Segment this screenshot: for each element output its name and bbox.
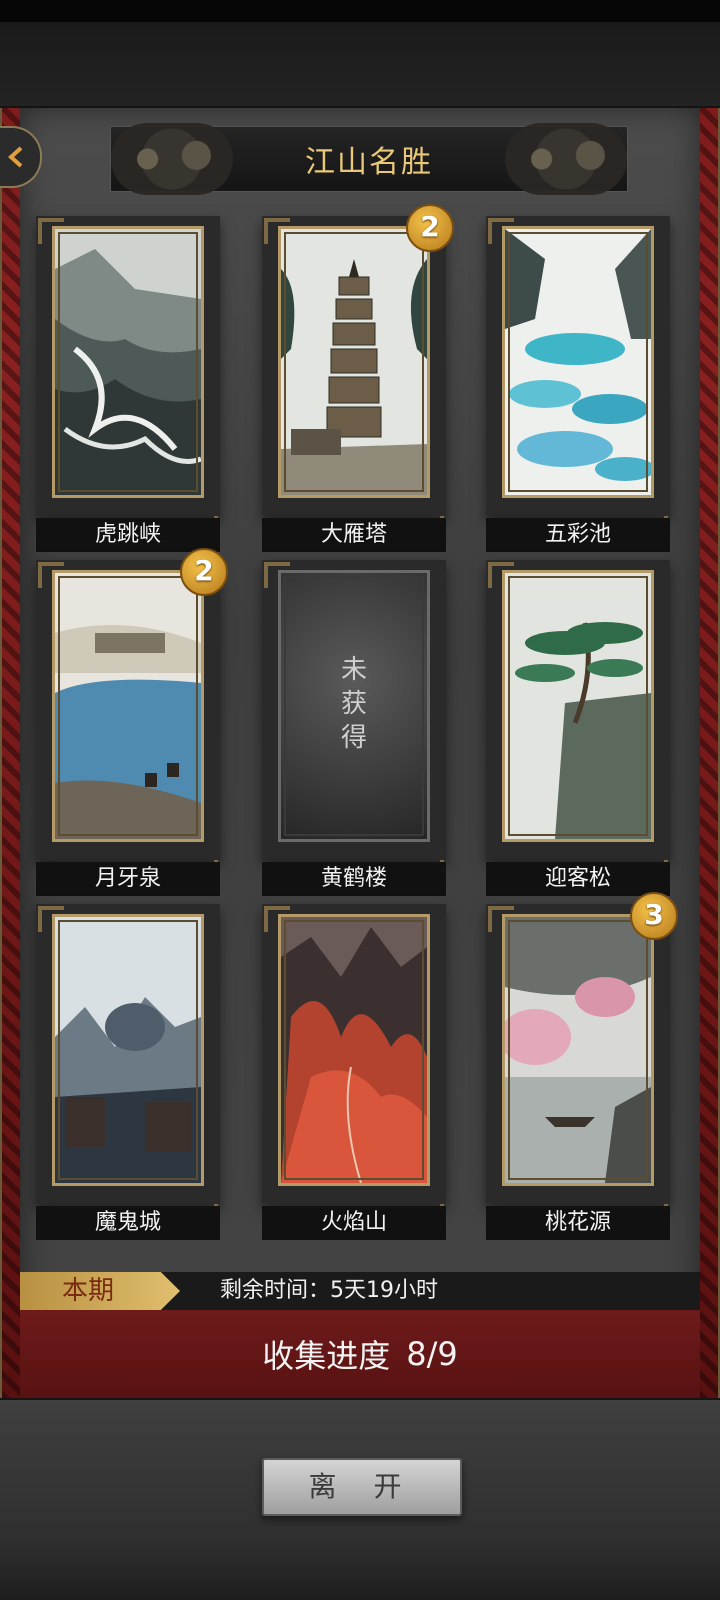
right-ornament bbox=[698, 108, 720, 1398]
top-band bbox=[0, 22, 720, 106]
card-label: 月牙泉 bbox=[36, 862, 220, 896]
card-art bbox=[52, 570, 204, 842]
back-arrow-icon bbox=[8, 146, 23, 168]
card-crescent-spring[interactable]: 2 月牙泉 bbox=[36, 548, 228, 896]
card-art bbox=[502, 226, 654, 498]
card-label: 迎客松 bbox=[486, 862, 670, 896]
card-label: 五彩池 bbox=[486, 518, 670, 552]
card-art-locked: 未 获 得 bbox=[278, 570, 430, 842]
card-five-color-pool[interactable]: 五彩池 bbox=[486, 216, 670, 552]
leave-button[interactable]: 离 开 bbox=[262, 1458, 462, 1516]
card-devil-city[interactable]: 魔鬼城 bbox=[36, 904, 220, 1240]
card-art bbox=[52, 914, 204, 1186]
card-label: 魔鬼城 bbox=[36, 1206, 220, 1240]
card-label: 火焰山 bbox=[262, 1206, 446, 1240]
remaining-time: 剩余时间：5天19小时 bbox=[220, 1278, 438, 1303]
progress-value: 8/9 bbox=[406, 1335, 458, 1373]
cloud-ornament-right bbox=[505, 123, 627, 195]
title-bar: 江山名胜 bbox=[110, 123, 628, 195]
status-bar bbox=[0, 0, 720, 22]
card-label: 桃花源 bbox=[486, 1206, 670, 1240]
card-tiger-leaping-gorge[interactable]: 虎跳峡 bbox=[36, 216, 220, 552]
left-ornament bbox=[0, 108, 22, 1398]
card-art bbox=[278, 226, 430, 498]
progress-band: 收集进度 8/9 bbox=[20, 1310, 700, 1398]
card-art bbox=[502, 570, 654, 842]
locked-text: 未 获 得 bbox=[340, 655, 367, 753]
card-label: 虎跳峡 bbox=[36, 518, 220, 552]
count-badge: 2 bbox=[406, 204, 454, 252]
card-giant-wild-goose-pagoda[interactable]: 2 大雁塔 bbox=[262, 204, 454, 552]
card-flaming-mountains[interactable]: 火焰山 bbox=[262, 904, 446, 1240]
card-label: 黄鹤楼 bbox=[262, 862, 446, 896]
page-title: 江山名胜 bbox=[305, 145, 433, 180]
card-yellow-crane-tower[interactable]: 未 获 得 黄鹤楼 bbox=[262, 560, 446, 896]
cloud-ornament-left bbox=[111, 123, 233, 195]
card-label: 大雁塔 bbox=[262, 518, 446, 552]
card-welcoming-pine[interactable]: 迎客松 bbox=[486, 560, 670, 896]
card-art bbox=[502, 914, 654, 1186]
count-badge: 2 bbox=[180, 548, 228, 596]
card-peach-blossom-land[interactable]: 3 桃花源 bbox=[486, 892, 678, 1240]
count-badge: 3 bbox=[630, 892, 678, 940]
card-art bbox=[52, 226, 204, 498]
card-art bbox=[278, 914, 430, 1186]
progress-label: 收集进度 bbox=[262, 1337, 391, 1375]
period-tag: 本期 bbox=[20, 1272, 180, 1310]
